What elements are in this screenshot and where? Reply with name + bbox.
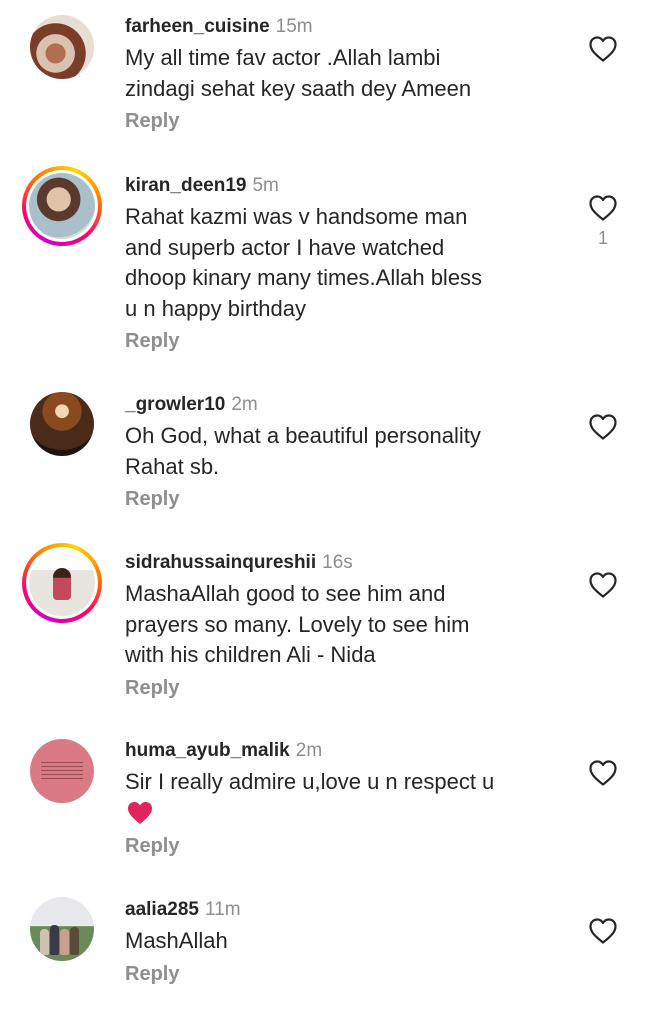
reply-button[interactable]: Reply — [125, 330, 179, 353]
username[interactable]: _growler10 — [125, 394, 225, 415]
heart-outline-icon — [589, 918, 617, 944]
like-count[interactable]: 1 — [588, 228, 618, 249]
avatar-quote-text — [41, 762, 83, 780]
red-heart-emoji-icon — [127, 801, 153, 825]
reply-button[interactable]: Reply — [125, 963, 179, 986]
timestamp: 15m — [275, 16, 313, 37]
username[interactable]: huma_ayub_malik — [125, 740, 290, 761]
comment-header: huma_ayub_malik 2m — [125, 740, 322, 762]
like-button[interactable] — [588, 759, 618, 787]
username[interactable]: farheen_cuisine — [125, 16, 270, 37]
avatar[interactable] — [30, 15, 94, 79]
comment-header: farheen_cuisine 15m — [125, 16, 313, 38]
timestamp: 11m — [204, 899, 241, 920]
username[interactable]: kiran_deen19 — [125, 175, 246, 196]
avatar-figure — [60, 929, 69, 955]
avatar-image — [30, 392, 94, 456]
like-button[interactable] — [588, 917, 618, 945]
timestamp: 16s — [322, 552, 353, 573]
like-button[interactable] — [588, 413, 618, 441]
like-button[interactable] — [588, 194, 618, 222]
comment-text: MashaAllah good to see him and prayers s… — [125, 581, 470, 667]
avatar-image — [30, 897, 94, 961]
avatar-figure — [70, 927, 79, 955]
comment-header: sidrahussainqureshii 16s — [125, 552, 353, 574]
comment-header: aalia285 11m — [125, 899, 241, 921]
avatar-figure — [53, 568, 71, 600]
avatar-image — [29, 173, 95, 239]
avatar[interactable] — [22, 166, 102, 246]
avatar-figure — [40, 929, 49, 955]
story-ring — [26, 547, 98, 619]
avatar[interactable] — [30, 897, 94, 961]
avatar-image — [30, 15, 94, 79]
comment-text: My all time fav actor .Allah lambi zinda… — [125, 45, 472, 101]
heart-outline-icon — [589, 195, 617, 221]
timestamp: 2m — [231, 394, 258, 415]
comment-text: Sir I really admire u,love u n respect u — [125, 769, 495, 794]
comment-text: Oh God, what a beautiful personality Rah… — [125, 423, 481, 479]
timestamp: 2m — [295, 740, 323, 761]
story-ring — [26, 170, 98, 242]
avatar-image — [30, 739, 94, 803]
comment-header: _growler10 2m — [125, 394, 258, 416]
like-button[interactable] — [588, 35, 618, 63]
like-button[interactable] — [588, 571, 618, 599]
reply-button[interactable]: Reply — [125, 488, 179, 511]
timestamp: 5m — [252, 175, 279, 196]
avatar[interactable] — [30, 739, 94, 803]
username[interactable]: aalia285 — [125, 899, 199, 920]
heart-outline-icon — [589, 36, 617, 62]
reply-button[interactable]: Reply — [125, 677, 179, 700]
comment-text: MashAllah — [125, 928, 228, 953]
heart-outline-icon — [589, 572, 617, 598]
heart-outline-icon — [589, 414, 617, 440]
reply-button[interactable]: Reply — [125, 835, 179, 858]
avatar-image — [29, 550, 95, 616]
avatar[interactable] — [22, 543, 102, 623]
comment-text: Rahat kazmi was v handsome man and super… — [125, 204, 483, 321]
username[interactable]: sidrahussainqureshii — [125, 552, 316, 573]
avatar[interactable] — [30, 392, 94, 456]
heart-outline-icon — [589, 760, 617, 786]
reply-button[interactable]: Reply — [125, 110, 179, 133]
avatar-figure — [50, 925, 59, 955]
comment-header: kiran_deen19 5m — [125, 175, 279, 197]
